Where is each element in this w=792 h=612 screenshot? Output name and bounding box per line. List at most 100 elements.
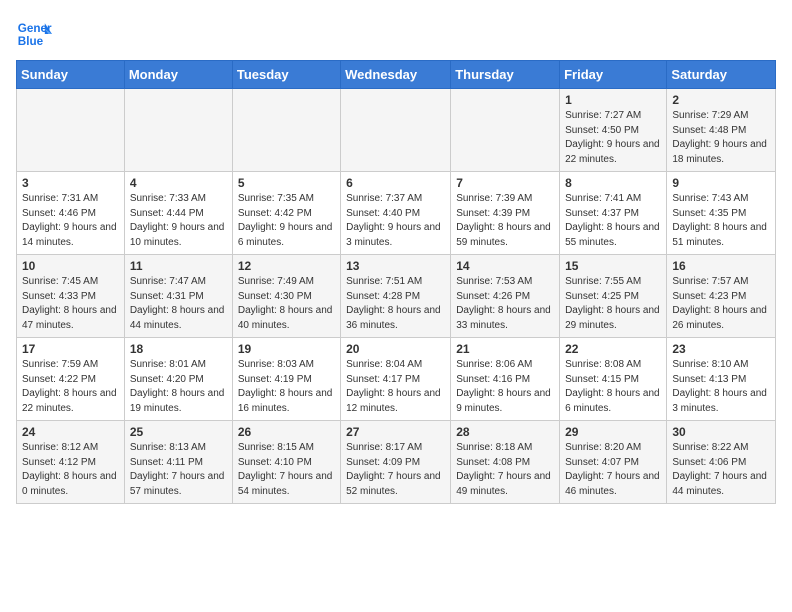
calendar-day-cell: 26 Sunrise: 8:15 AM Sunset: 4:10 PM Dayli… [232,421,340,504]
calendar-day-cell: 23 Sunrise: 8:10 AM Sunset: 4:13 PM Dayli… [667,338,776,421]
calendar-day-cell: 2 Sunrise: 7:29 AM Sunset: 4:48 PM Daylig… [667,89,776,172]
day-number: 10 [22,259,119,273]
svg-text:Blue: Blue [18,35,44,48]
day-number: 11 [130,259,227,273]
day-number: 9 [672,176,770,190]
day-info: Sunrise: 8:12 AM Sunset: 4:12 PM Dayligh… [22,441,119,499]
calendar-week-row: 10 Sunrise: 7:45 AM Sunset: 4:33 PM Dayli… [17,255,776,338]
calendar-day-cell: 13Sunrise: 7:51 AM Sunset: 4:28 PM Dayli… [341,255,451,338]
day-of-week-header: Friday [560,61,667,89]
calendar-day-cell: 8Sunrise: 7:41 AM Sunset: 4:37 PM Daylig… [560,172,667,255]
calendar-week-row: 3 Sunrise: 7:31 AM Sunset: 4:46 PM Daylig… [17,172,776,255]
day-number: 2 [672,93,770,107]
day-of-week-header: Monday [124,61,232,89]
day-info: Sunrise: 7:55 AM Sunset: 4:25 PM Dayligh… [565,275,661,333]
calendar-day-cell: 3 Sunrise: 7:31 AM Sunset: 4:46 PM Daylig… [17,172,125,255]
day-info: Sunrise: 8:20 AM Sunset: 4:07 PM Dayligh… [565,441,661,499]
day-info: Sunrise: 8:04 AM Sunset: 4:17 PM Dayligh… [346,358,445,416]
day-of-week-header: Sunday [17,61,125,89]
calendar-day-cell: 5 Sunrise: 7:35 AM Sunset: 4:42 PM Daylig… [232,172,340,255]
day-number: 1 [565,93,661,107]
day-info: Sunrise: 7:37 AM Sunset: 4:40 PM Dayligh… [346,192,445,250]
day-of-week-header: Saturday [667,61,776,89]
logo: General Blue [16,16,52,52]
day-number: 14 [456,259,554,273]
calendar-day-cell [17,89,125,172]
day-number: 19 [238,342,335,356]
day-info: Sunrise: 7:27 AM Sunset: 4:50 PM Dayligh… [565,109,661,167]
day-number: 24 [22,425,119,439]
calendar-day-cell: 4 Sunrise: 7:33 AM Sunset: 4:44 PM Daylig… [124,172,232,255]
day-info: Sunrise: 8:03 AM Sunset: 4:19 PM Dayligh… [238,358,335,416]
day-info: Sunrise: 8:13 AM Sunset: 4:11 PM Dayligh… [130,441,227,499]
day-number: 20 [346,342,445,356]
day-of-week-header: Tuesday [232,61,340,89]
calendar-day-cell: 18Sunrise: 8:01 AM Sunset: 4:20 PM Dayli… [124,338,232,421]
day-number: 28 [456,425,554,439]
day-number: 22 [565,342,661,356]
day-info: Sunrise: 8:15 AM Sunset: 4:10 PM Dayligh… [238,441,335,499]
calendar-day-cell: 15Sunrise: 7:55 AM Sunset: 4:25 PM Dayli… [560,255,667,338]
day-number: 5 [238,176,335,190]
day-info: Sunrise: 7:29 AM Sunset: 4:48 PM Dayligh… [672,109,770,167]
calendar-day-cell: 6 Sunrise: 7:37 AM Sunset: 4:40 PM Daylig… [341,172,451,255]
day-of-week-header: Wednesday [341,61,451,89]
day-info: Sunrise: 8:17 AM Sunset: 4:09 PM Dayligh… [346,441,445,499]
day-info: Sunrise: 8:06 AM Sunset: 4:16 PM Dayligh… [456,358,554,416]
day-number: 3 [22,176,119,190]
day-number: 30 [672,425,770,439]
day-info: Sunrise: 8:08 AM Sunset: 4:15 PM Dayligh… [565,358,661,416]
calendar-header-row: SundayMondayTuesdayWednesdayThursdayFrid… [17,61,776,89]
day-number: 6 [346,176,445,190]
calendar-day-cell: 28Sunrise: 8:18 AM Sunset: 4:08 PM Dayli… [451,421,560,504]
calendar-day-cell: 29 Sunrise: 8:20 AM Sunset: 4:07 PM Dayli… [560,421,667,504]
day-number: 25 [130,425,227,439]
day-number: 23 [672,342,770,356]
calendar-day-cell: 24 Sunrise: 8:12 AM Sunset: 4:12 PM Dayli… [17,421,125,504]
calendar-day-cell: 14 Sunrise: 7:53 AM Sunset: 4:26 PM Dayli… [451,255,560,338]
day-number: 7 [456,176,554,190]
day-number: 26 [238,425,335,439]
calendar-day-cell: 30 Sunrise: 8:22 AM Sunset: 4:06 PM Dayli… [667,421,776,504]
day-info: Sunrise: 7:45 AM Sunset: 4:33 PM Dayligh… [22,275,119,333]
page-header: General Blue [16,16,776,52]
calendar-day-cell: 20 Sunrise: 8:04 AM Sunset: 4:17 PM Dayli… [341,338,451,421]
calendar-day-cell: 7 Sunrise: 7:39 AM Sunset: 4:39 PM Daylig… [451,172,560,255]
day-number: 17 [22,342,119,356]
logo-icon: General Blue [16,16,52,52]
calendar-day-cell: 19 Sunrise: 8:03 AM Sunset: 4:19 PM Dayli… [232,338,340,421]
calendar-day-cell: 16 Sunrise: 7:57 AM Sunset: 4:23 PM Dayli… [667,255,776,338]
day-info: Sunrise: 7:43 AM Sunset: 4:35 PM Dayligh… [672,192,770,250]
calendar-day-cell: 9 Sunrise: 7:43 AM Sunset: 4:35 PM Daylig… [667,172,776,255]
day-info: Sunrise: 7:47 AM Sunset: 4:31 PM Dayligh… [130,275,227,333]
day-number: 16 [672,259,770,273]
day-info: Sunrise: 7:33 AM Sunset: 4:44 PM Dayligh… [130,192,227,250]
day-info: Sunrise: 8:10 AM Sunset: 4:13 PM Dayligh… [672,358,770,416]
day-info: Sunrise: 8:22 AM Sunset: 4:06 PM Dayligh… [672,441,770,499]
day-info: Sunrise: 7:57 AM Sunset: 4:23 PM Dayligh… [672,275,770,333]
day-number: 4 [130,176,227,190]
calendar-day-cell: 17 Sunrise: 7:59 AM Sunset: 4:22 PM Dayli… [17,338,125,421]
calendar-day-cell [232,89,340,172]
day-number: 18 [130,342,227,356]
day-info: Sunrise: 7:59 AM Sunset: 4:22 PM Dayligh… [22,358,119,416]
calendar-day-cell: 12Sunrise: 7:49 AM Sunset: 4:30 PM Dayli… [232,255,340,338]
day-info: Sunrise: 7:31 AM Sunset: 4:46 PM Dayligh… [22,192,119,250]
day-info: Sunrise: 7:49 AM Sunset: 4:30 PM Dayligh… [238,275,335,333]
calendar-day-cell: 25 Sunrise: 8:13 AM Sunset: 4:11 PM Dayli… [124,421,232,504]
day-info: Sunrise: 7:35 AM Sunset: 4:42 PM Dayligh… [238,192,335,250]
calendar-day-cell [124,89,232,172]
calendar-day-cell: 22 Sunrise: 8:08 AM Sunset: 4:15 PM Dayli… [560,338,667,421]
day-number: 21 [456,342,554,356]
calendar-day-cell: 27 Sunrise: 8:17 AM Sunset: 4:09 PM Dayli… [341,421,451,504]
day-number: 27 [346,425,445,439]
day-number: 8 [565,176,661,190]
calendar-day-cell: 11 Sunrise: 7:47 AM Sunset: 4:31 PM Dayli… [124,255,232,338]
calendar-week-row: 24 Sunrise: 8:12 AM Sunset: 4:12 PM Dayli… [17,421,776,504]
day-info: Sunrise: 7:39 AM Sunset: 4:39 PM Dayligh… [456,192,554,250]
day-info: Sunrise: 7:53 AM Sunset: 4:26 PM Dayligh… [456,275,554,333]
day-number: 29 [565,425,661,439]
calendar-day-cell: 21 Sunrise: 8:06 AM Sunset: 4:16 PM Dayli… [451,338,560,421]
calendar-table: SundayMondayTuesdayWednesdayThursdayFrid… [16,60,776,504]
day-of-week-header: Thursday [451,61,560,89]
